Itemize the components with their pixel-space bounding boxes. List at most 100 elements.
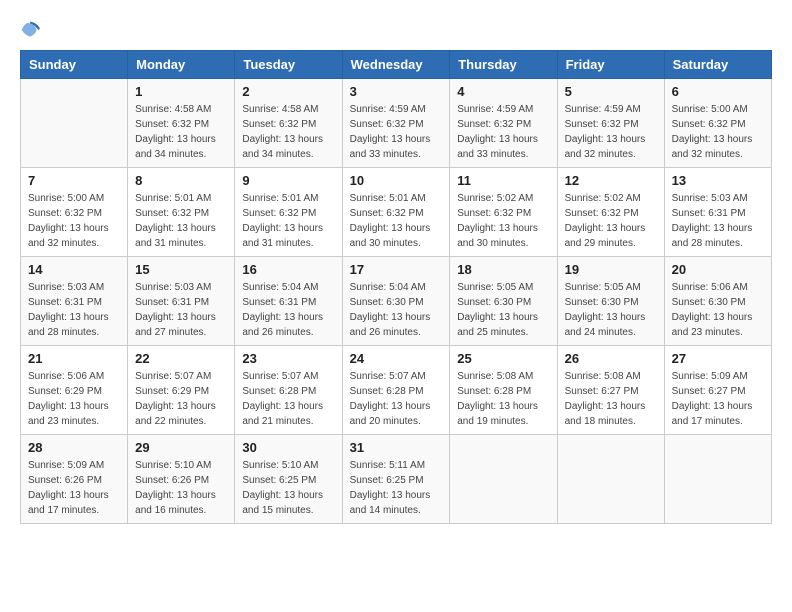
calendar-cell: 23 Sunrise: 5:07 AM Sunset: 6:28 PM Dayli… (235, 346, 342, 435)
day-info: Sunrise: 4:59 AM Sunset: 6:32 PM Dayligh… (457, 102, 549, 162)
day-number: 16 (242, 262, 334, 277)
day-info: Sunrise: 5:02 AM Sunset: 6:32 PM Dayligh… (457, 191, 549, 251)
calendar-cell: 8 Sunrise: 5:01 AM Sunset: 6:32 PM Daylig… (128, 168, 235, 257)
calendar-cell: 28Sunrise: 5:09 AM Sunset: 6:26 PM Dayli… (21, 435, 128, 524)
calendar-cell: 21 Sunrise: 5:06 AM Sunset: 6:29 PM Dayli… (21, 346, 128, 435)
day-info: Sunrise: 5:07 AM Sunset: 6:28 PM Dayligh… (350, 369, 443, 429)
calendar-table: SundayMondayTuesdayWednesdayThursdayFrid… (20, 50, 772, 524)
day-info: Sunrise: 5:09 AM Sunset: 6:27 PM Dayligh… (672, 369, 764, 429)
day-number: 21 (28, 351, 120, 366)
day-info: Sunrise: 4:58 AM Sunset: 6:32 PM Dayligh… (242, 102, 334, 162)
day-number: 12 (565, 173, 657, 188)
day-info: Sunrise: 5:03 AM Sunset: 6:31 PM Dayligh… (672, 191, 764, 251)
calendar-cell (21, 79, 128, 168)
weekday-header-wednesday: Wednesday (342, 51, 450, 79)
day-number: 11 (457, 173, 549, 188)
day-info: Sunrise: 5:08 AM Sunset: 6:28 PM Dayligh… (457, 369, 549, 429)
day-info: Sunrise: 5:03 AM Sunset: 6:31 PM Dayligh… (135, 280, 227, 340)
logo-icon (20, 20, 40, 40)
day-info: Sunrise: 5:03 AM Sunset: 6:31 PM Dayligh… (28, 280, 120, 340)
day-number: 3 (350, 84, 443, 99)
logo (20, 20, 44, 40)
calendar-cell (664, 435, 771, 524)
day-info: Sunrise: 5:00 AM Sunset: 6:32 PM Dayligh… (672, 102, 764, 162)
weekday-header-tuesday: Tuesday (235, 51, 342, 79)
day-info: Sunrise: 4:59 AM Sunset: 6:32 PM Dayligh… (350, 102, 443, 162)
calendar-cell: 26Sunrise: 5:08 AM Sunset: 6:27 PM Dayli… (557, 346, 664, 435)
day-number: 18 (457, 262, 549, 277)
day-number: 1 (135, 84, 227, 99)
day-info: Sunrise: 5:04 AM Sunset: 6:30 PM Dayligh… (350, 280, 443, 340)
calendar-cell: 25Sunrise: 5:08 AM Sunset: 6:28 PM Dayli… (450, 346, 557, 435)
day-number: 6 (672, 84, 764, 99)
day-number: 9 (242, 173, 334, 188)
calendar-cell: 11 Sunrise: 5:02 AM Sunset: 6:32 PM Dayli… (450, 168, 557, 257)
day-info: Sunrise: 5:06 AM Sunset: 6:29 PM Dayligh… (28, 369, 120, 429)
day-info: Sunrise: 5:01 AM Sunset: 6:32 PM Dayligh… (350, 191, 443, 251)
weekday-header-row: SundayMondayTuesdayWednesdayThursdayFrid… (21, 51, 772, 79)
week-row-5: 28Sunrise: 5:09 AM Sunset: 6:26 PM Dayli… (21, 435, 772, 524)
calendar-cell: 5Sunrise: 4:59 AM Sunset: 6:32 PM Daylig… (557, 79, 664, 168)
day-number: 8 (135, 173, 227, 188)
calendar-cell: 13 Sunrise: 5:03 AM Sunset: 6:31 PM Dayli… (664, 168, 771, 257)
day-info: Sunrise: 5:09 AM Sunset: 6:26 PM Dayligh… (28, 458, 120, 518)
day-info: Sunrise: 5:05 AM Sunset: 6:30 PM Dayligh… (565, 280, 657, 340)
day-number: 7 (28, 173, 120, 188)
day-info: Sunrise: 5:00 AM Sunset: 6:32 PM Dayligh… (28, 191, 120, 251)
day-number: 29 (135, 440, 227, 455)
day-number: 20 (672, 262, 764, 277)
calendar-cell: 31 Sunrise: 5:11 AM Sunset: 6:25 PM Dayli… (342, 435, 450, 524)
week-row-2: 7 Sunrise: 5:00 AM Sunset: 6:32 PM Daylig… (21, 168, 772, 257)
day-info: Sunrise: 5:01 AM Sunset: 6:32 PM Dayligh… (242, 191, 334, 251)
weekday-header-saturday: Saturday (664, 51, 771, 79)
calendar-cell: 29 Sunrise: 5:10 AM Sunset: 6:26 PM Dayli… (128, 435, 235, 524)
day-info: Sunrise: 5:04 AM Sunset: 6:31 PM Dayligh… (242, 280, 334, 340)
calendar-cell (557, 435, 664, 524)
calendar-cell: 12 Sunrise: 5:02 AM Sunset: 6:32 PM Dayli… (557, 168, 664, 257)
day-number: 13 (672, 173, 764, 188)
page-header (20, 20, 772, 40)
day-number: 19 (565, 262, 657, 277)
day-info: Sunrise: 5:10 AM Sunset: 6:25 PM Dayligh… (242, 458, 334, 518)
calendar-cell: 24 Sunrise: 5:07 AM Sunset: 6:28 PM Dayli… (342, 346, 450, 435)
weekday-header-sunday: Sunday (21, 51, 128, 79)
day-info: Sunrise: 5:10 AM Sunset: 6:26 PM Dayligh… (135, 458, 227, 518)
calendar-cell: 17Sunrise: 5:04 AM Sunset: 6:30 PM Dayli… (342, 257, 450, 346)
calendar-cell: 6 Sunrise: 5:00 AM Sunset: 6:32 PM Daylig… (664, 79, 771, 168)
week-row-3: 14 Sunrise: 5:03 AM Sunset: 6:31 PM Dayli… (21, 257, 772, 346)
calendar-cell: 16 Sunrise: 5:04 AM Sunset: 6:31 PM Dayli… (235, 257, 342, 346)
day-info: Sunrise: 5:07 AM Sunset: 6:28 PM Dayligh… (242, 369, 334, 429)
calendar-cell: 4 Sunrise: 4:59 AM Sunset: 6:32 PM Daylig… (450, 79, 557, 168)
calendar-cell (450, 435, 557, 524)
calendar-cell: 15 Sunrise: 5:03 AM Sunset: 6:31 PM Dayli… (128, 257, 235, 346)
calendar-cell: 27Sunrise: 5:09 AM Sunset: 6:27 PM Dayli… (664, 346, 771, 435)
day-info: Sunrise: 5:02 AM Sunset: 6:32 PM Dayligh… (565, 191, 657, 251)
calendar-cell: 10 Sunrise: 5:01 AM Sunset: 6:32 PM Dayli… (342, 168, 450, 257)
day-info: Sunrise: 4:58 AM Sunset: 6:32 PM Dayligh… (135, 102, 227, 162)
day-number: 31 (350, 440, 443, 455)
day-number: 22 (135, 351, 227, 366)
calendar-cell: 2 Sunrise: 4:58 AM Sunset: 6:32 PM Daylig… (235, 79, 342, 168)
day-number: 2 (242, 84, 334, 99)
day-number: 30 (242, 440, 334, 455)
day-info: Sunrise: 5:01 AM Sunset: 6:32 PM Dayligh… (135, 191, 227, 251)
day-info: Sunrise: 5:05 AM Sunset: 6:30 PM Dayligh… (457, 280, 549, 340)
day-number: 23 (242, 351, 334, 366)
calendar-cell: 30 Sunrise: 5:10 AM Sunset: 6:25 PM Dayli… (235, 435, 342, 524)
week-row-4: 21 Sunrise: 5:06 AM Sunset: 6:29 PM Dayli… (21, 346, 772, 435)
calendar-cell: 1 Sunrise: 4:58 AM Sunset: 6:32 PM Daylig… (128, 79, 235, 168)
day-number: 15 (135, 262, 227, 277)
day-info: Sunrise: 5:06 AM Sunset: 6:30 PM Dayligh… (672, 280, 764, 340)
calendar-cell: 9 Sunrise: 5:01 AM Sunset: 6:32 PM Daylig… (235, 168, 342, 257)
day-info: Sunrise: 5:11 AM Sunset: 6:25 PM Dayligh… (350, 458, 443, 518)
day-info: Sunrise: 5:07 AM Sunset: 6:29 PM Dayligh… (135, 369, 227, 429)
calendar-cell: 19 Sunrise: 5:05 AM Sunset: 6:30 PM Dayli… (557, 257, 664, 346)
day-number: 24 (350, 351, 443, 366)
day-info: Sunrise: 4:59 AM Sunset: 6:32 PM Dayligh… (565, 102, 657, 162)
day-number: 14 (28, 262, 120, 277)
day-number: 10 (350, 173, 443, 188)
week-row-1: 1 Sunrise: 4:58 AM Sunset: 6:32 PM Daylig… (21, 79, 772, 168)
calendar-cell: 22 Sunrise: 5:07 AM Sunset: 6:29 PM Dayli… (128, 346, 235, 435)
day-number: 4 (457, 84, 549, 99)
weekday-header-friday: Friday (557, 51, 664, 79)
